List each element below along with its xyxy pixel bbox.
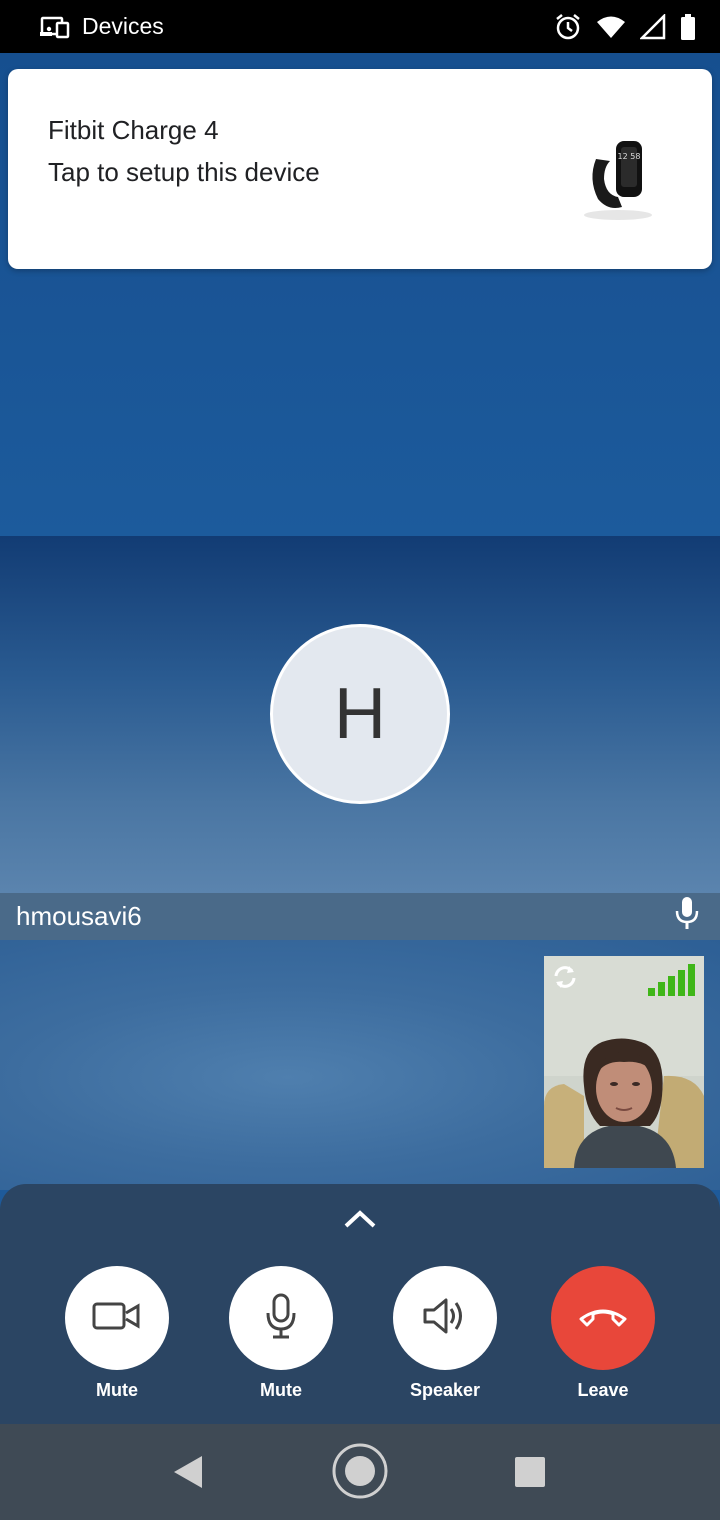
status-devices: Devices [40, 13, 164, 40]
speaker-icon [422, 1296, 468, 1341]
video-mute-control: Mute [65, 1266, 169, 1401]
audio-mute-control: Mute [229, 1266, 333, 1401]
call-control-panel: Mute Mute Speaker Leave [0, 1184, 720, 1424]
signal-strength-icon [648, 964, 696, 1001]
speaker-button[interactable] [393, 1266, 497, 1370]
audio-mute-label: Mute [260, 1380, 302, 1400]
speaker-label: Speaker [409, 1380, 481, 1400]
device-setup-notification[interactable]: Fitbit Charge 4 Tap to setup this device… [8, 69, 712, 269]
participant-name-bar: hmousavi6 [0, 893, 720, 940]
participant-name: hmousavi6 [16, 901, 142, 931]
video-mute-button[interactable] [65, 1266, 169, 1370]
watch-face-text: 12 58 [618, 152, 641, 161]
microphone-icon [264, 1293, 298, 1344]
status-bar: Devices [0, 0, 720, 53]
participant-avatar: H [270, 624, 450, 804]
avatar-initial: H [334, 674, 386, 754]
devices-icon [40, 15, 70, 39]
leave-control: Leave [551, 1266, 655, 1401]
battery-icon [680, 13, 696, 40]
chevron-up-icon[interactable] [343, 1208, 377, 1235]
notification-subtitle: Tap to setup this device [48, 157, 320, 187]
recents-icon[interactable] [514, 1456, 546, 1493]
wifi-icon [596, 15, 626, 39]
leave-label: Leave [577, 1380, 629, 1400]
cell-signal-icon [640, 13, 666, 40]
alarm-icon [554, 13, 582, 41]
hang-up-icon [577, 1303, 629, 1334]
fitbit-device-image: 12 58 [578, 129, 658, 229]
microphone-icon [674, 896, 700, 937]
video-camera-icon [92, 1301, 142, 1336]
notification-title: Fitbit Charge 4 [48, 115, 219, 145]
audio-mute-button[interactable] [229, 1266, 333, 1370]
switch-camera-icon[interactable] [552, 964, 578, 995]
self-video-preview[interactable] [544, 956, 704, 1168]
status-app-label: Devices [82, 13, 164, 39]
system-nav-bar [0, 1424, 720, 1520]
home-icon[interactable] [331, 1442, 389, 1505]
speaker-control: Speaker [393, 1266, 497, 1401]
video-mute-label: Mute [96, 1380, 138, 1400]
back-icon[interactable] [172, 1454, 204, 1495]
leave-button[interactable] [551, 1266, 655, 1370]
